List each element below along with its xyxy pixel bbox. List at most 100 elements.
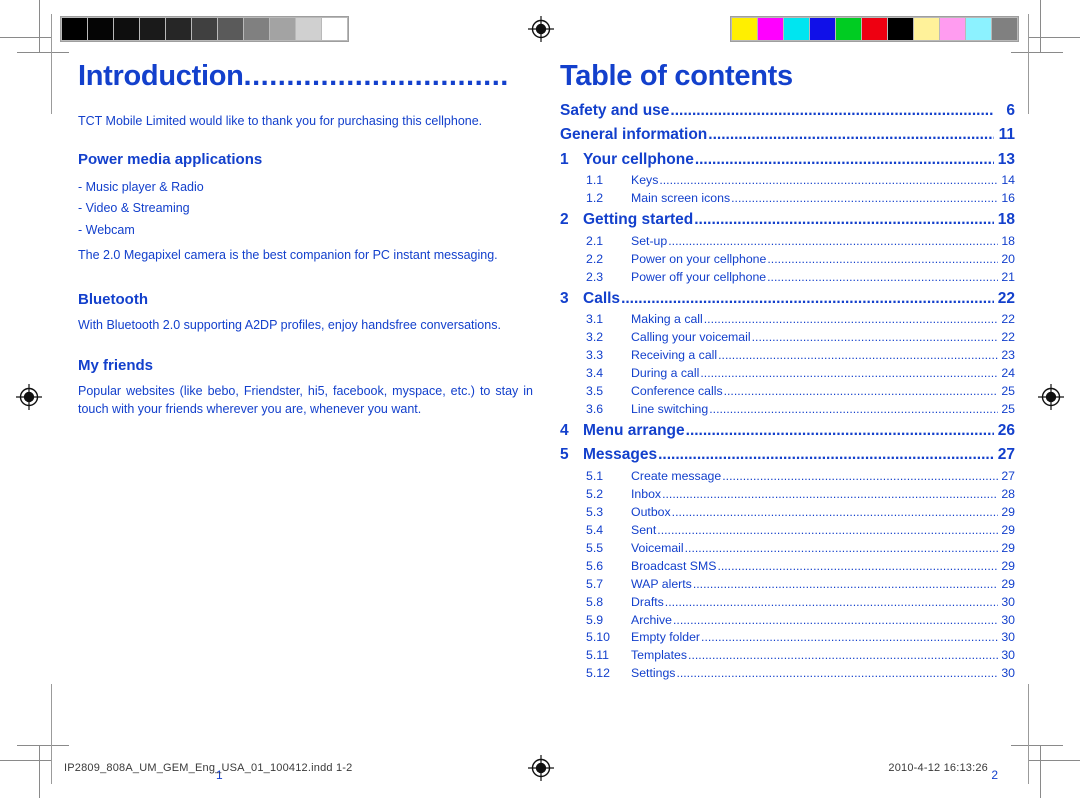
calibration-patch xyxy=(88,18,113,40)
toc-entry[interactable]: 2.3 Power off your cellphone.............… xyxy=(560,269,1015,287)
toc-entry-page: 27 xyxy=(997,446,1015,464)
toc-entry-number: 2.2 xyxy=(586,251,604,266)
toc-entry-label: Settings xyxy=(631,666,676,681)
toc-entry-label: Getting started xyxy=(583,211,694,229)
calibration-patch xyxy=(810,18,835,40)
toc-entry[interactable]: 1 Your cellphone.........................… xyxy=(560,148,1015,172)
calibration-patch xyxy=(862,18,887,40)
toc-entry[interactable]: 1.1 Keys.................................… xyxy=(560,172,1015,190)
toc-entry[interactable]: 3.2 Calling your voicemail ..............… xyxy=(560,329,1015,347)
toc-entry[interactable]: 3.4 During a call........................… xyxy=(560,365,1015,383)
toc-entry[interactable]: 3.3 Receiving a call ....................… xyxy=(560,347,1015,365)
toc-entry[interactable]: General information ....................… xyxy=(560,123,1015,147)
toc-entry-label: Sent xyxy=(631,522,657,537)
toc-leader-dots: ........................................… xyxy=(767,251,998,266)
toc-entry[interactable]: 3.6 Line switching.......................… xyxy=(560,401,1015,419)
toc-entry-page: 30 xyxy=(1001,648,1015,663)
toc-entry-label: Receiving a call xyxy=(631,348,718,363)
registration-target-left-middle xyxy=(16,384,42,410)
toc-entry[interactable]: 5.2 Inbox................................… xyxy=(560,486,1015,504)
toc-entry-page: 13 xyxy=(997,150,1015,168)
toc-entry[interactable]: 5.11 Templates...........................… xyxy=(560,647,1015,665)
toc-entry-number: 5.3 xyxy=(586,504,604,519)
toc-entry[interactable]: 5.3 Outbox...............................… xyxy=(560,504,1015,522)
toc-leader-dots: ........................................… xyxy=(658,446,994,464)
toc-entry-number: 5 xyxy=(560,446,569,464)
toc-entry-label: Templates xyxy=(631,648,688,663)
toc-entry[interactable]: 5.12 Settings............................… xyxy=(560,665,1015,683)
toc-leader-dots: ........................................… xyxy=(751,330,998,345)
crop-mark-top-left-vertical xyxy=(39,0,40,52)
toc-entry-page: 25 xyxy=(1001,401,1015,416)
crop-mark-top-right-inner xyxy=(1011,52,1063,53)
toc-entry[interactable]: 5.1 Create message ......................… xyxy=(560,468,1015,486)
crop-mark-top-right-vertical xyxy=(1040,0,1041,52)
toc-entry-label: Your cellphone xyxy=(583,150,694,168)
calibration-patch xyxy=(192,18,217,40)
registration-target-top-center xyxy=(528,16,554,42)
toc-entry-label: General information xyxy=(560,126,708,144)
toc-entry-label: Line switching xyxy=(631,401,709,416)
crop-mark-top-left-inner xyxy=(17,52,69,53)
toc-entry[interactable]: 2.1 Set-up ..............................… xyxy=(560,233,1015,251)
toc-entry-number: 5.4 xyxy=(586,522,604,537)
page-title-text: Introduction xyxy=(78,60,244,92)
crop-mark-bottom-right-horizontal xyxy=(1028,760,1080,761)
toc-entry[interactable]: 3 Calls .................................… xyxy=(560,287,1015,311)
toc-entry-number: 5.9 xyxy=(586,612,604,627)
toc-entry-label: During a call xyxy=(631,366,700,381)
toc-entry[interactable]: 5.5 Voicemail............................… xyxy=(560,540,1015,558)
toc-entry[interactable]: Safety and use..........................… xyxy=(560,99,1015,123)
toc-entry[interactable]: 5 Messages...............................… xyxy=(560,443,1015,467)
toc-entry-number: 5.5 xyxy=(586,540,604,555)
calibration-patch xyxy=(888,18,913,40)
toc-entry[interactable]: 5.10 Empty folder .......................… xyxy=(560,629,1015,647)
toc-entry[interactable]: 5.8 Drafts...............................… xyxy=(560,594,1015,612)
toc-entry-page: 27 xyxy=(1001,468,1015,483)
toc-entry-page: 11 xyxy=(998,126,1015,144)
footer-timestamp: 2010-4-12 16:13:26 xyxy=(888,762,988,774)
calibration-patch xyxy=(322,18,347,40)
page-title-table-of-contents: Table of contents xyxy=(560,60,793,92)
toc-entry-label: Main screen icons xyxy=(631,191,731,206)
toc-entry[interactable]: 3.1 Making a call........................… xyxy=(560,311,1015,329)
toc-entry[interactable]: 5.7 WAP alerts...........................… xyxy=(560,576,1015,594)
calibration-patch xyxy=(62,18,87,40)
toc-entry[interactable]: 5.4 Sent.................................… xyxy=(560,522,1015,540)
toc-entry-page: 24 xyxy=(1001,366,1015,381)
crop-mark-top-right-horizontal xyxy=(1028,37,1080,38)
calibration-patch xyxy=(244,18,269,40)
toc-entry[interactable]: 2.2 Power on your cellphone..............… xyxy=(560,251,1015,269)
toc-leader-dots: ........................................… xyxy=(673,612,998,627)
toc-entry-page: 29 xyxy=(1001,540,1015,555)
toc-leader-dots: ........................................… xyxy=(700,366,998,381)
toc-entry[interactable]: 4 Menu arrange...........................… xyxy=(560,419,1015,443)
toc-leader-dots: ........................................… xyxy=(684,540,998,555)
toc-entry-label: Power off your cellphone xyxy=(631,269,767,284)
toc-entry-number: 1.1 xyxy=(586,173,604,188)
section-paragraph-my-friends: Popular websites (like bebo, Friendster,… xyxy=(78,383,533,416)
calibration-patch xyxy=(966,18,991,40)
toc-leader-dots: ........................................… xyxy=(671,504,998,519)
toc-leader-dots: ........................................… xyxy=(659,173,998,188)
toc-entry-page: 30 xyxy=(1001,612,1015,627)
toc-entry[interactable]: 1.2 Main screen icons....................… xyxy=(560,190,1015,208)
section-heading-my-friends: My friends xyxy=(78,356,154,374)
toc-entry[interactable]: 3.5 Conference calls ....................… xyxy=(560,383,1015,401)
toc-entry[interactable]: 2 Getting started........................… xyxy=(560,208,1015,232)
toc-entry-number: 2.3 xyxy=(586,269,604,284)
toc-entry-page: 22 xyxy=(997,289,1015,307)
toc-leader-dots: ........................................… xyxy=(662,486,998,501)
crop-mark-top-left-horizontal xyxy=(0,37,52,38)
crop-mark-bottom-right-inner xyxy=(1011,745,1063,746)
toc-leader-dots: ........................................… xyxy=(718,348,998,363)
trim-line-left xyxy=(51,14,52,114)
toc-entry[interactable]: 5.9 Archive .............................… xyxy=(560,612,1015,630)
toc-entry-number: 5.12 xyxy=(586,666,610,681)
calibration-patch xyxy=(140,18,165,40)
toc-entry-label: Keys xyxy=(631,173,659,188)
toc-leader-dots: ........................................… xyxy=(694,150,994,168)
section-paragraph-power-media: The 2.0 Megapixel camera is the best com… xyxy=(78,248,498,263)
section-heading-power-media: Power media applications xyxy=(78,150,263,168)
toc-entry[interactable]: 5.6 Broadcast SMS........................… xyxy=(560,558,1015,576)
